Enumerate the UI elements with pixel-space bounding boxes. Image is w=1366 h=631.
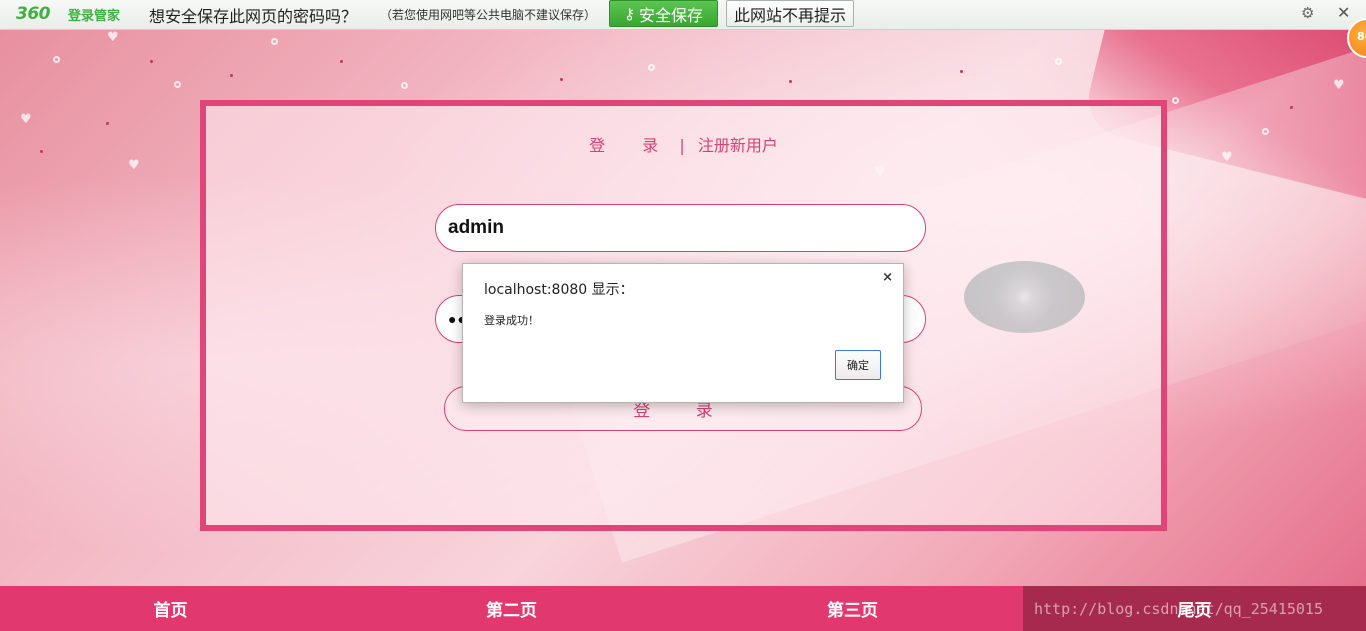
dot-decoration bbox=[40, 150, 43, 153]
dot-decoration bbox=[340, 60, 343, 63]
dot-decoration bbox=[560, 78, 563, 81]
secure-save-button[interactable]: ⚷ 安全保存 bbox=[609, 0, 718, 27]
disc-decoration bbox=[964, 261, 1085, 333]
dot-decoration bbox=[789, 80, 792, 83]
dot-decoration bbox=[271, 38, 278, 45]
dot-decoration bbox=[1262, 128, 1269, 135]
logo-360: 360 bbox=[16, 4, 51, 24]
gear-icon[interactable]: ⚙ bbox=[1301, 4, 1314, 22]
logo-text: 登录管家 bbox=[68, 9, 121, 24]
heart-decoration: ♥ bbox=[107, 30, 119, 45]
dot-decoration bbox=[960, 70, 963, 73]
nav-item-page-two[interactable]: 第二页 bbox=[341, 586, 682, 631]
watermark: http://blog.csdn.net/qq_25415015 bbox=[1034, 600, 1323, 618]
nav-item-home[interactable]: 首页 bbox=[0, 586, 341, 631]
dot-decoration bbox=[150, 60, 153, 63]
heart-decoration: ♥ bbox=[1221, 150, 1233, 165]
dot-decoration bbox=[1290, 106, 1293, 109]
heart-decoration: ♥ bbox=[128, 158, 140, 173]
panel-tabs: 登 录 | 注册新用户 bbox=[206, 132, 1161, 156]
dot-decoration bbox=[401, 82, 408, 89]
tab-login[interactable]: 登 录 bbox=[589, 136, 674, 155]
dot-decoration bbox=[53, 56, 60, 63]
username-input[interactable]: admin bbox=[435, 204, 926, 252]
password-save-bar: 360 登录管家 想安全保存此网页的密码吗？ （若您使用网吧等公共电脑不建议保存… bbox=[0, 0, 1366, 30]
heart-decoration: ♥ bbox=[20, 112, 32, 127]
dialog-message: 登录成功！ bbox=[484, 314, 539, 327]
tab-separator: | bbox=[679, 136, 685, 155]
close-icon[interactable]: ✕ bbox=[1337, 3, 1350, 22]
never-for-site-button[interactable]: 此网站不再提示 bbox=[726, 0, 854, 27]
dot-decoration bbox=[648, 64, 655, 71]
dialog-ok-button[interactable]: 确定 bbox=[835, 350, 881, 380]
secure-save-label: 安全保存 bbox=[638, 5, 703, 25]
dot-decoration bbox=[106, 122, 109, 125]
dot-decoration bbox=[230, 74, 233, 77]
dialog-close-icon[interactable]: × bbox=[882, 270, 893, 285]
public-computer-note: （若您使用网吧等公共电脑不建议保存） bbox=[380, 8, 597, 22]
heart-decoration: ♥ bbox=[1333, 78, 1345, 93]
dialog-title: localhost:8080 显示： bbox=[484, 282, 634, 298]
dot-decoration bbox=[174, 81, 181, 88]
dot-decoration bbox=[1172, 97, 1179, 104]
alert-dialog: localhost:8080 显示： × 登录成功！ 确定 bbox=[462, 263, 904, 403]
tab-register[interactable]: 注册新用户 bbox=[698, 136, 778, 155]
key-icon: ⚷ bbox=[623, 4, 635, 23]
nav-item-page-three[interactable]: 第三页 bbox=[682, 586, 1023, 631]
dot-decoration bbox=[1055, 58, 1062, 65]
save-password-question: 想安全保存此网页的密码吗？ bbox=[149, 7, 358, 26]
